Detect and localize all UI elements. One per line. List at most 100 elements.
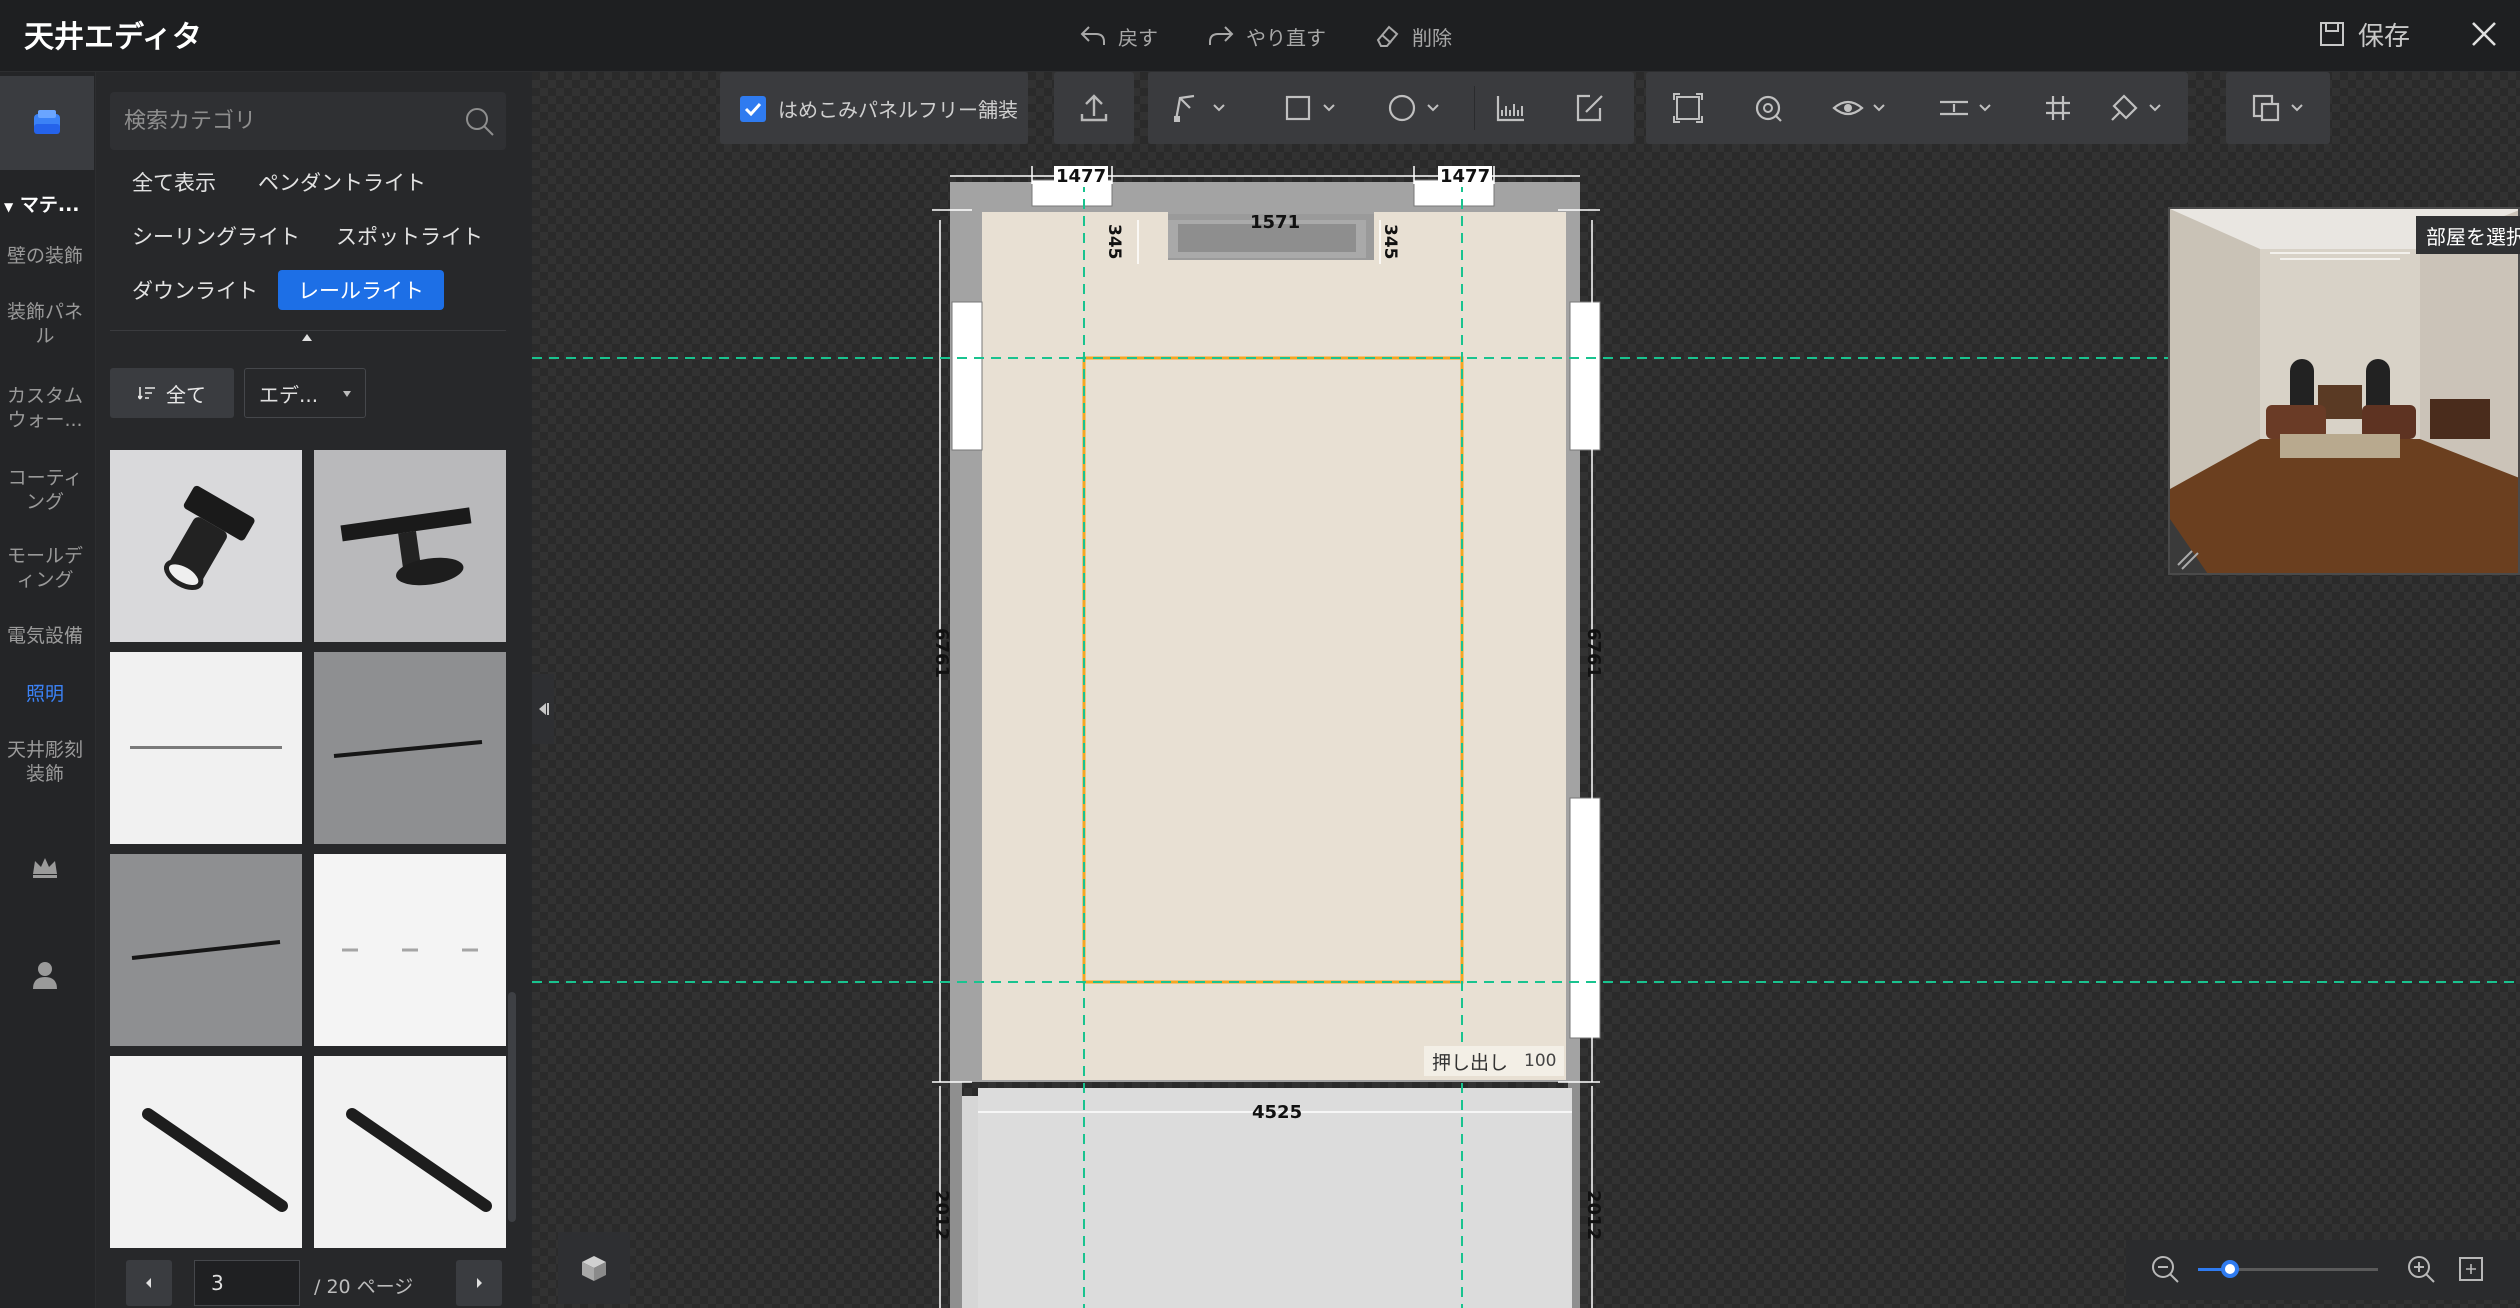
rail-item-wall-decor[interactable]: 壁の装飾 <box>0 244 90 268</box>
redo-button[interactable]: やり直す <box>1206 18 1326 54</box>
category-all[interactable]: 全て表示 <box>112 162 236 202</box>
premium-crown-icon[interactable] <box>28 850 62 884</box>
product-card[interactable] <box>314 854 506 1046</box>
circle-tool-button[interactable] <box>1384 86 1440 130</box>
eraser-icon <box>1376 25 1399 47</box>
dim-notch-right: 345 <box>1380 224 1400 260</box>
rail-item-molding[interactable]: モールディング <box>0 544 90 592</box>
materials-section-label: マテ... <box>19 194 80 216</box>
close-button[interactable] <box>2464 14 2504 54</box>
visibility-button[interactable] <box>1830 86 1886 130</box>
select-room-label[interactable]: 部屋を選択 <box>2416 216 2520 254</box>
page-number-input[interactable] <box>194 1260 300 1306</box>
product-card[interactable] <box>314 450 506 642</box>
dim-top-left: 1477 <box>1054 166 1109 187</box>
next-page-button[interactable] <box>456 1260 502 1306</box>
stairs-icon <box>1496 96 1524 122</box>
product-thumbnail <box>110 450 302 642</box>
product-card[interactable] <box>110 1056 302 1248</box>
sort-icon <box>138 387 155 400</box>
dim-right-height: 6761 <box>1583 628 1604 679</box>
product-thumbnail <box>110 854 302 1046</box>
edit-region-button[interactable] <box>1572 86 1608 130</box>
materials-tab[interactable] <box>0 76 94 170</box>
category-spotlight[interactable]: スポットライト <box>316 216 503 256</box>
paint-button[interactable] <box>2106 86 2162 130</box>
product-card[interactable] <box>314 1056 506 1248</box>
top-bar: 天井エディタ 戻す やり直す 削除 保存 <box>0 0 2520 72</box>
triangle-down-icon: ▼ <box>4 200 14 214</box>
dim-notch-width: 1571 <box>1250 212 1301 233</box>
seamless-paving-toggle[interactable]: はめこみパネルフリー舗装 <box>740 94 1018 123</box>
target-search-icon <box>1755 95 1782 122</box>
page-total: / 20 ページ <box>314 1276 414 1298</box>
rail-item-custom-wall[interactable]: カスタムウォー... <box>0 384 90 432</box>
tags-divider <box>110 330 506 331</box>
rail-item-decor-panel[interactable]: 装飾パネル <box>0 300 90 348</box>
zoom-out-icon[interactable] <box>2150 1254 2180 1284</box>
extrude-value: 100 <box>1524 1051 1557 1071</box>
export-button[interactable] <box>1074 86 1114 130</box>
seamless-paving-group: はめこみパネルフリー舗装 <box>720 72 1028 144</box>
material-stack-icon <box>34 110 60 134</box>
filter-dropdown[interactable]: エデ... <box>244 368 366 418</box>
product-card[interactable] <box>314 652 506 844</box>
close-icon <box>2472 22 2496 46</box>
dim-notch-left: 345 <box>1104 224 1124 260</box>
align-button[interactable] <box>1936 86 1992 130</box>
product-card[interactable] <box>110 652 302 844</box>
grid-toggle-button[interactable] <box>2040 86 2076 130</box>
category-ceiling-light[interactable]: シーリングライト <box>112 216 320 256</box>
copy-group <box>2226 72 2330 144</box>
chevron-down-icon <box>1427 104 1439 112</box>
collapse-panel-handle[interactable] <box>532 674 554 744</box>
copy-button[interactable] <box>2248 86 2304 130</box>
upload-icon <box>1080 94 1108 122</box>
rail-item-electrical[interactable]: 電気設備 <box>0 624 90 648</box>
copy-icon <box>2252 94 2280 122</box>
extrude-readout[interactable]: 押し出し 100 <box>1424 1046 1565 1076</box>
rail-item-lighting[interactable]: 照明 <box>0 682 90 706</box>
category-pendant[interactable]: ペンダントライト <box>238 162 446 202</box>
3d-view-button[interactable] <box>558 1232 630 1304</box>
search-icon[interactable] <box>464 106 496 138</box>
pen-tool-button[interactable] <box>1170 86 1226 130</box>
collapse-left-icon <box>539 703 549 715</box>
undo-label: 戻す <box>1118 25 1158 50</box>
search-input[interactable] <box>124 100 444 142</box>
paint-bucket-icon <box>2111 94 2138 121</box>
fit-view-button[interactable] <box>1670 86 1706 130</box>
undo-button[interactable]: 戻す <box>1078 18 1158 54</box>
sort-button[interactable]: 全て <box>110 368 234 418</box>
zoom-slider-knob[interactable] <box>2221 1260 2239 1278</box>
rail-item-ceiling-carving[interactable]: 天井彫刻装飾 <box>0 738 90 786</box>
dim-top-right: 1477 <box>1438 166 1493 187</box>
category-rail-light[interactable]: レールライト <box>278 270 444 310</box>
product-card[interactable] <box>110 450 302 642</box>
collapse-tags-icon[interactable] <box>302 334 312 341</box>
product-thumbnail <box>110 1056 302 1248</box>
product-card[interactable] <box>110 854 302 1046</box>
checkbox-checked-icon[interactable] <box>740 95 766 122</box>
locate-button[interactable] <box>1750 86 1786 130</box>
delete-button[interactable]: 削除 <box>1372 18 1452 54</box>
fullscreen-icon[interactable] <box>2456 1254 2486 1284</box>
pagination: / 20 ページ <box>96 1250 532 1308</box>
materials-section-toggle[interactable]: ▼ マテ... <box>4 190 80 217</box>
zoom-in-icon[interactable] <box>2406 1254 2436 1284</box>
prev-page-button[interactable] <box>126 1260 172 1306</box>
rectangle-tool-button[interactable] <box>1280 86 1336 130</box>
panel-scrollbar[interactable] <box>508 992 516 1222</box>
zoom-slider[interactable] <box>2198 1260 2378 1278</box>
export-group <box>1054 72 1134 144</box>
product-thumbnail <box>314 854 506 1046</box>
rail-item-coating[interactable]: コーティング <box>0 466 90 514</box>
stairs-tool-button[interactable] <box>1492 86 1528 130</box>
toolbar-separator <box>1474 86 1475 130</box>
room-3d-preview[interactable] <box>2168 207 2520 575</box>
category-downlight[interactable]: ダウンライト <box>112 270 278 310</box>
user-icon[interactable] <box>28 958 62 992</box>
filter-label: エデ... <box>259 382 319 407</box>
save-button[interactable]: 保存 <box>2318 14 2410 54</box>
dim-lower-right: 2012 <box>1583 1190 1604 1241</box>
